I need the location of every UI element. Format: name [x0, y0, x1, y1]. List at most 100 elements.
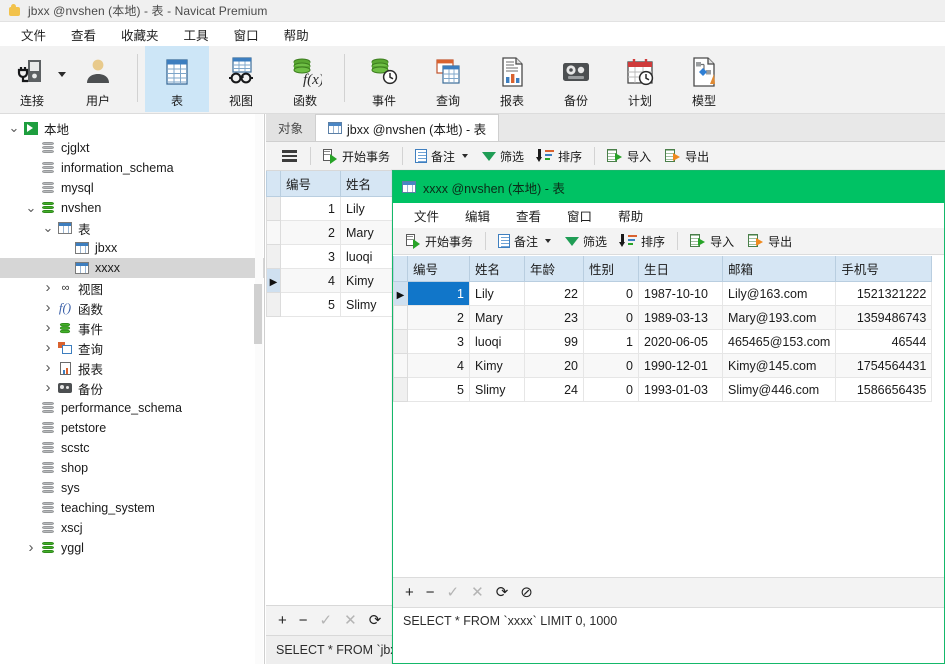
tree-node-xxxx[interactable]: xxxx [0, 258, 264, 278]
menu-view[interactable]: 查看 [59, 22, 109, 47]
tree-node-teaching_system[interactable]: teaching_system [0, 498, 264, 518]
tree-node-petstore[interactable]: petstore [0, 418, 264, 438]
tree-node-事件[interactable]: › 事件 [0, 318, 264, 338]
tree-node-mysql[interactable]: mysql [0, 178, 264, 198]
table-cell[interactable]: 99 [524, 329, 584, 354]
table-cell[interactable]: 0 [583, 353, 639, 378]
table-cell[interactable]: 1521321222 [835, 281, 933, 306]
connection-dropdown-caret-icon[interactable] [58, 72, 66, 77]
table-cell[interactable]: 465465@153.com [721, 329, 837, 354]
row-header-cell[interactable] [266, 220, 281, 245]
tree-node-nvshen[interactable]: ⌄ nvshen [0, 198, 264, 218]
table-cell[interactable]: 5 [280, 292, 341, 317]
fw-menu-window[interactable]: 窗口 [554, 204, 605, 227]
table-cell[interactable]: 0 [583, 305, 639, 330]
tree-node-报表[interactable]: › 报表 [0, 358, 264, 378]
table-cell[interactable]: Mary@193.com [721, 305, 837, 330]
floating-data-grid[interactable]: 编号 姓名 年龄 性别 生日 邮箱 手机号 ▶ 1 Lily 22 0 1987-10-10 Lily@1… [393, 256, 944, 577]
toolbar-button-view[interactable]: 视图 [209, 46, 273, 112]
table-cell[interactable]: Slimy [340, 292, 395, 317]
toolbar-button-begin-transaction[interactable]: 开始事务 [316, 145, 397, 168]
column-header-性别[interactable]: 性别 [583, 256, 639, 282]
floating-table-window[interactable]: xxxx @nvshen (本地) - 表 文件 编辑 查看 窗口 帮助 开始事务 备注 筛… [392, 170, 945, 664]
table-cell[interactable]: 2 [407, 305, 470, 330]
tree-node-shop[interactable]: shop [0, 458, 264, 478]
table-cell[interactable]: 0 [583, 281, 639, 306]
sidebar-tree-panel[interactable]: ⌄ 本地 cjglxt information_schema mysql ⌄ nvshen ⌄… [0, 114, 265, 664]
table-cell[interactable]: 4 [280, 268, 341, 293]
chevron-right-icon[interactable]: › [40, 300, 56, 315]
table-cell[interactable]: 23 [524, 305, 584, 330]
chevron-down-icon[interactable] [462, 154, 469, 158]
stop-icon[interactable]: ⊘ [520, 585, 533, 600]
add-record-icon[interactable]: + [278, 613, 287, 628]
chevron-right-icon[interactable]: › [40, 340, 56, 355]
toolbar-button-event[interactable]: 事件 [352, 46, 416, 112]
table-row[interactable]: 3 luoqi [266, 244, 395, 269]
refresh-icon[interactable]: ⟳ [496, 585, 509, 600]
table-cell[interactable]: Mary [340, 220, 395, 245]
menu-help[interactable]: 帮助 [272, 22, 322, 47]
table-row[interactable]: ▶ 1 Lily 22 0 1987-10-10 Lily@163.com 152132122… [393, 281, 933, 306]
menu-window[interactable]: 窗口 [222, 22, 272, 47]
table-cell[interactable]: 1359486743 [835, 305, 933, 330]
table-row[interactable]: 5 Slimy 24 0 1993-01-03 Slimy@446.com 15866564… [393, 377, 933, 402]
floating-window-title-bar[interactable]: xxxx @nvshen (本地) - 表 [393, 171, 944, 203]
delete-record-icon[interactable]: − [299, 613, 308, 628]
chevron-down-icon[interactable] [545, 239, 552, 243]
fw-menu-view[interactable]: 查看 [503, 204, 554, 227]
column-header-姓名[interactable]: 姓名 [340, 171, 395, 197]
column-header-姓名[interactable]: 姓名 [469, 256, 525, 282]
chevron-right-icon[interactable]: › [40, 380, 56, 395]
table-cell[interactable]: luoqi [340, 244, 395, 269]
table-cell[interactable]: 1989-03-13 [638, 305, 723, 330]
chevron-right-icon[interactable]: › [40, 280, 56, 295]
tree-node-information_schema[interactable]: information_schema [0, 158, 264, 178]
delete-record-icon[interactable]: − [426, 585, 435, 600]
toolbar-button-note[interactable]: 备注 [408, 145, 475, 168]
toolbar-button-schedule[interactable]: 计划 [608, 46, 672, 112]
table-cell[interactable]: Slimy@446.com [721, 377, 837, 402]
table-cell[interactable]: 3 [280, 244, 341, 269]
menu-file[interactable]: 文件 [9, 22, 59, 47]
fw-menu-file[interactable]: 文件 [401, 204, 452, 227]
toolbar-button-filter[interactable]: 筛选 [558, 230, 614, 253]
tree-node-cjglxt[interactable]: cjglxt [0, 138, 264, 158]
tree-node-本地[interactable]: ⌄ 本地 [0, 118, 264, 138]
table-cell[interactable]: 2020-06-05 [638, 329, 723, 354]
row-header-cell[interactable] [266, 244, 281, 269]
toolbar-button-filter[interactable]: 筛选 [475, 145, 531, 168]
cancel-change-icon[interactable]: ✕ [344, 613, 357, 628]
cancel-change-icon[interactable]: ✕ [471, 585, 484, 600]
column-header-生日[interactable]: 生日 [638, 256, 723, 282]
toolbar-button-backup[interactable]: 备份 [544, 46, 608, 112]
table-cell[interactable]: 2 [280, 220, 341, 245]
toolbar-button-connection[interactable]: 连接 [0, 46, 64, 112]
row-header-cell[interactable] [266, 196, 281, 221]
column-header-邮箱[interactable]: 邮箱 [721, 256, 837, 282]
table-cell[interactable]: Kimy [340, 268, 395, 293]
column-header-编号[interactable]: 编号 [280, 171, 341, 197]
chevron-right-icon[interactable]: › [40, 360, 56, 375]
menu-favorites[interactable]: 收藏夹 [109, 22, 172, 47]
toolbar-button-sort[interactable]: 排序 [531, 145, 589, 168]
menu-toggle-icon[interactable] [274, 146, 305, 166]
chevron-down-icon[interactable]: ⌄ [40, 221, 56, 234]
table-cell[interactable]: 1990-12-01 [638, 353, 723, 378]
table-cell[interactable]: 20 [524, 353, 584, 378]
row-header-cell[interactable] [393, 377, 408, 402]
toolbar-button-export[interactable]: 导出 [658, 145, 716, 168]
table-row[interactable]: 2 Mary 23 0 1989-03-13 Mary@193.com 1359486743 [393, 305, 933, 330]
table-cell[interactable]: Slimy [469, 377, 525, 402]
table-cell[interactable]: Lily [469, 281, 525, 306]
table-cell[interactable]: 0 [583, 377, 639, 402]
table-cell[interactable]: 24 [524, 377, 584, 402]
table-row[interactable]: 2 Mary [266, 220, 395, 245]
row-header-cell[interactable] [266, 292, 281, 317]
tree-node-备份[interactable]: › 备份 [0, 378, 264, 398]
table-cell[interactable]: Kimy@145.com [721, 353, 837, 378]
toolbar-button-function[interactable]: f(x) 函数 [273, 46, 337, 112]
toolbar-button-import[interactable]: 导入 [600, 145, 658, 168]
table-cell[interactable]: 1 [280, 196, 341, 221]
apply-change-icon[interactable]: ✓ [320, 613, 333, 628]
